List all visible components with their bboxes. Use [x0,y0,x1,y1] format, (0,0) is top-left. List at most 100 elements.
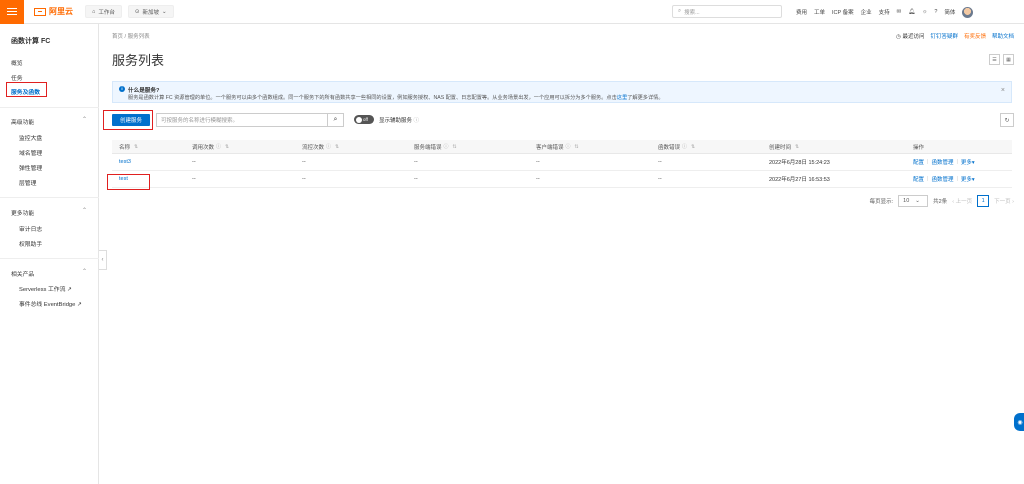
service-name-link[interactable]: test3 [119,154,131,170]
throttles-value: -- [302,159,306,165]
column-header-server-errors[interactable]: 服务端错误 ⓘ ⇅ [414,140,457,153]
clock-icon: ◷ [896,34,901,40]
region-selector[interactable]: ⊙ 新加坡 ⌄ [127,5,174,18]
card-view-icon[interactable]: ▦ [1003,54,1014,65]
column-header-name[interactable]: 名称 ⇅ [119,140,138,153]
sidebar-divider [0,258,99,259]
sidebar-item-serverless-workflow[interactable]: Serverless 工作流 ↗ [19,284,72,293]
info-more-link[interactable]: 这里 [617,95,627,101]
per-page-select[interactable]: 10 ⌄ [898,195,929,207]
external-link-icon: ↗ [77,302,82,308]
page-title: 服务列表 [112,53,165,68]
sidebar-item-audit-log[interactable]: 审计日志 [19,224,42,233]
chevron-up-icon[interactable]: ⌃ [82,116,87,123]
created-time-value: 2022年6月27日 16:53:53 [769,177,830,183]
configure-link[interactable]: 配置 [913,158,924,166]
assistant-float-icon[interactable]: ◉ [1014,413,1024,431]
lightbulb-icon[interactable]: ☼ [922,9,927,15]
sidebar-title: 函数计算 FC [11,38,51,45]
view-toggle: ☰ ▦ [989,54,1014,65]
help-icon[interactable]: ? [934,9,937,15]
per-page-label: 每页显示: [869,199,894,205]
column-header-actions: 操作 [913,144,925,151]
sidebar-group-more[interactable]: 更多功能 [11,208,34,217]
top-link-icp[interactable]: ICP 备案 [832,8,854,16]
configure-link[interactable]: 配置 [913,175,924,183]
hamburger-menu-icon[interactable] [0,0,24,24]
sidebar-divider [0,197,99,198]
sidebar-item-layers[interactable]: 层管理 [19,178,36,187]
top-link-support[interactable]: 支持 [879,8,890,16]
global-search-input[interactable]: ⌕ 搜索... [672,5,782,18]
user-avatar[interactable] [962,6,974,18]
sidebar-group-related[interactable]: 相关产品 [11,269,34,278]
function-management-link[interactable]: 函数管理 [931,175,953,183]
workbench-button[interactable]: ⌂ 工作台 [85,5,122,18]
close-icon[interactable]: × [1001,87,1005,94]
more-actions-dropdown[interactable]: 更多▾ [961,158,975,166]
caret-down-icon: ▾ [971,177,975,183]
home-icon: ⌂ [92,8,96,15]
help-icon: ⓘ [682,144,688,150]
mail-icon[interactable]: ✉ [897,9,902,15]
prev-page-button[interactable]: ‹ 上一页 [952,197,972,205]
auxiliary-services-label: 显示辅助服务 ⓘ [379,118,420,124]
sidebar-item-monitoring[interactable]: 监控大盘 [19,133,42,142]
throttles-value: -- [302,176,306,182]
more-actions-dropdown[interactable]: 更多▾ [961,175,975,183]
client-errors-value: -- [536,159,540,165]
top-link-ticket[interactable]: 工单 [814,8,825,16]
feedback-link[interactable]: 有奖反馈 [964,32,986,40]
sidebar-item-tasks[interactable]: 任务 [11,73,23,82]
top-link-enterprise[interactable]: 企业 [861,8,872,16]
calls-value: -- [192,159,196,165]
column-header-function-errors[interactable]: 函数错误 ⓘ ⇅ [658,140,695,153]
sidebar-item-domains[interactable]: 域名管理 [19,148,42,157]
service-search-input[interactable]: 可按服务的名称进行模糊搜索。 [156,113,328,127]
highlight-box-create [103,110,153,130]
sidebar-divider [0,107,99,108]
help-icon[interactable]: ⓘ [414,118,420,124]
chevron-down-icon: ⌄ [161,8,167,15]
search-icon[interactable]: ⌕ [328,113,344,127]
help-docs-link[interactable]: 帮助文档 [992,32,1014,40]
refresh-icon[interactable]: ↻ [1000,113,1014,127]
list-view-icon[interactable]: ☰ [989,54,1000,65]
chevron-up-icon[interactable]: ⌃ [82,268,87,275]
column-header-client-errors[interactable]: 客户端错误 ⓘ ⇅ [536,140,579,153]
created-time-value: 2022年6月28日 15:24:23 [769,160,830,166]
dingtalk-group-link[interactable]: 钉钉答疑群 [930,32,958,40]
breadcrumb-home[interactable]: 首页 [112,34,123,40]
recent-visits-link[interactable]: ◷ 最近访问 [896,32,924,40]
info-icon: i [119,86,125,92]
total-count: 共2条 [933,199,948,205]
column-header-calls[interactable]: 调用次数 ⓘ ⇅ [192,140,229,153]
calls-value: -- [192,176,196,182]
sidebar-item-permission-helper[interactable]: 权限助手 [19,239,42,248]
auxiliary-services-toggle[interactable]: off [354,115,374,124]
highlight-box-sidebar [6,82,47,97]
highlight-box-test-row [107,174,150,190]
sidebar-group-advanced[interactable]: 高级功能 [11,117,34,126]
server-errors-value: -- [414,176,418,182]
sidebar-item-eventbridge[interactable]: 事件总线 EventBridge ↗ [19,299,82,308]
page-number-button[interactable]: 1 [977,195,990,207]
sidebar-item-elastic[interactable]: 弹性管理 [19,163,42,172]
caret-down-icon: ▾ [971,160,975,166]
column-header-throttles[interactable]: 流控次数 ⓘ ⇅ [302,140,339,153]
chevron-left-icon: ‹ [952,199,955,205]
aliyun-logo[interactable]: 阿里云 [34,6,73,17]
sidebar-item-overview[interactable]: 概览 [11,58,23,67]
function-management-link[interactable]: 函数管理 [931,158,953,166]
function-errors-value: -- [658,176,662,182]
services-table: 名称 ⇅ 调用次数 ⓘ ⇅ 流控次数 ⓘ ⇅ 服务端错误 ⓘ ⇅ 客户端错误 ⓘ ⇅ 函数错误 ⓘ ⇅… [112,140,1012,188]
column-header-created[interactable]: 创建时间 ⇅ [769,140,799,153]
sort-icon: ⇅ [335,143,340,150]
top-link-billing[interactable]: 费用 [796,8,807,16]
language-selector[interactable]: 简体 [944,8,955,16]
next-page-button[interactable]: 下一页 › [994,197,1014,205]
table-row: test3 -- -- -- -- -- 2022年6月28日 15:24:23… [112,154,1012,171]
breadcrumb-current: 服务列表 [127,34,150,40]
chevron-up-icon[interactable]: ⌃ [82,207,87,214]
bell-icon[interactable]: 🔔︎ [908,9,915,15]
